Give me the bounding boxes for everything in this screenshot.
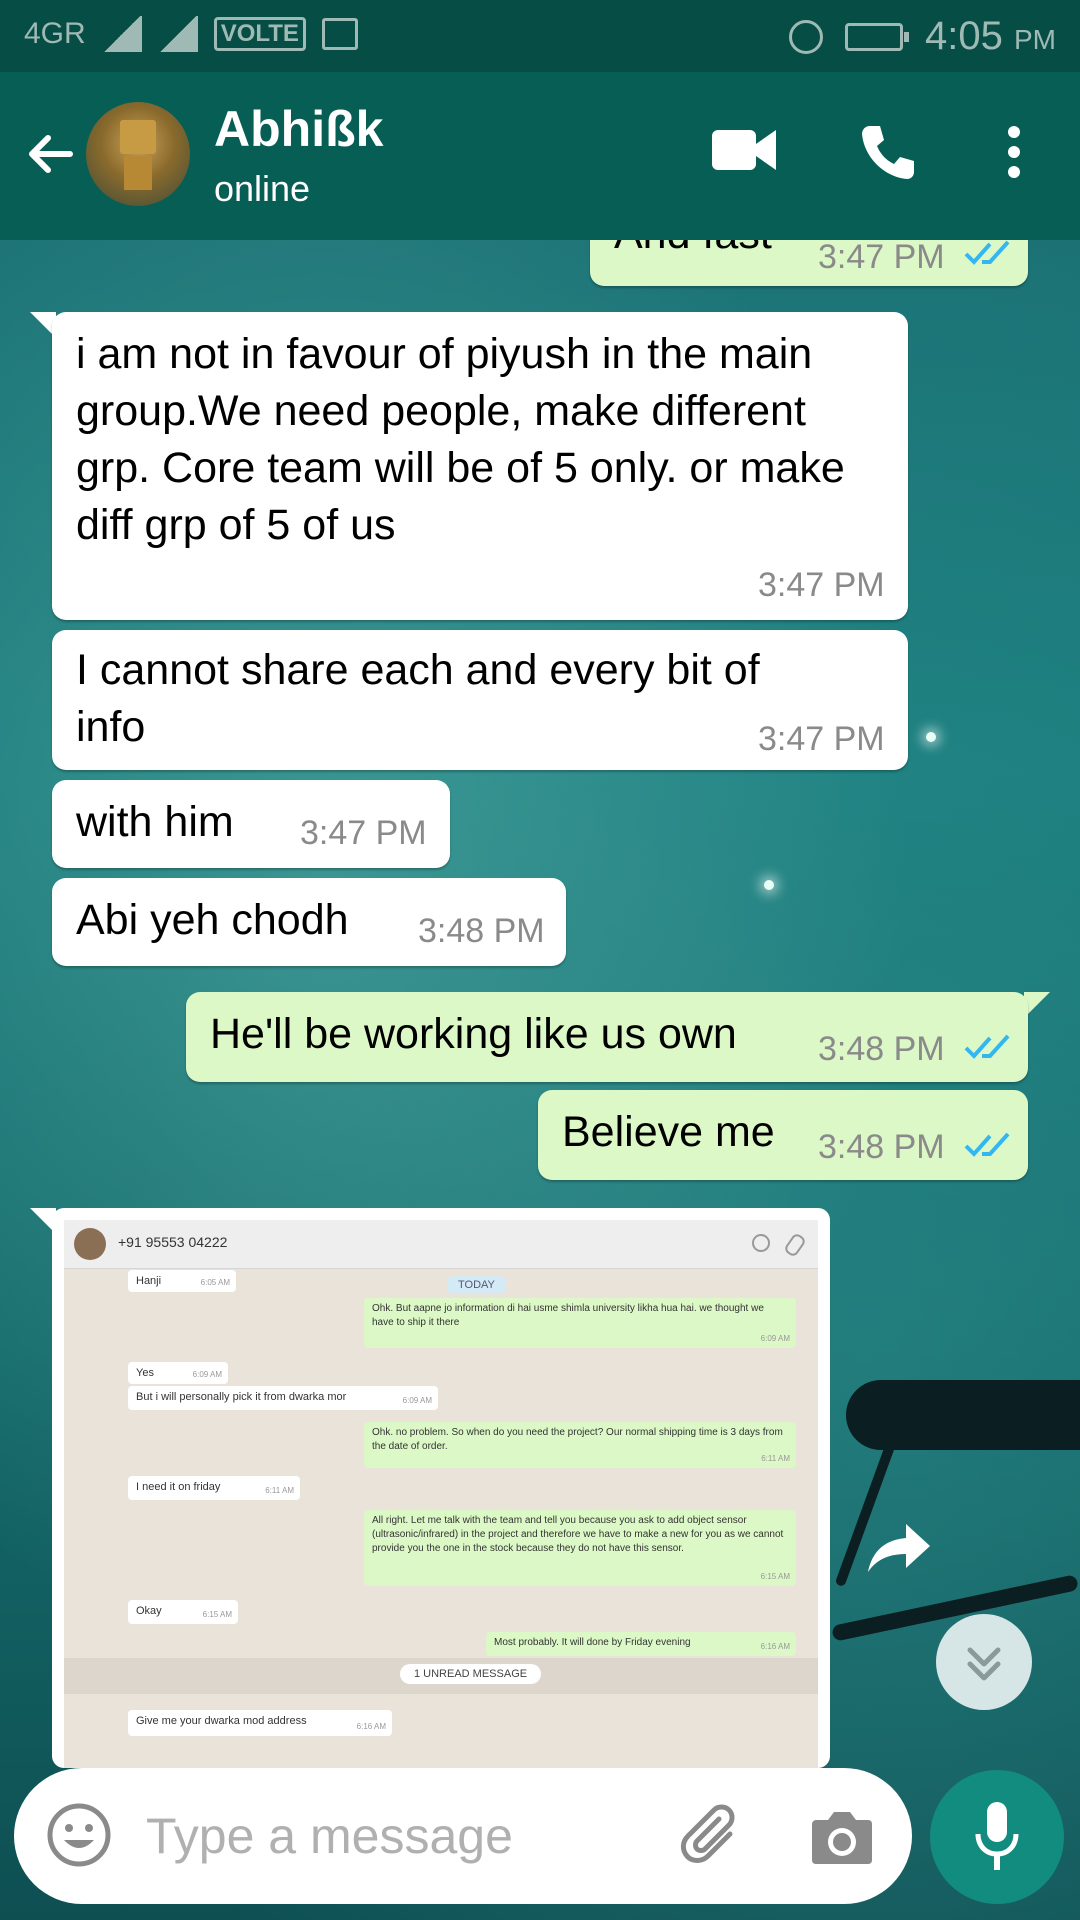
message-incoming[interactable]: I cannot share each and every bit of inf…: [52, 630, 908, 770]
camera-icon[interactable]: [810, 1808, 874, 1866]
message-time: 3:48 PM: [818, 1030, 945, 1068]
message-incoming[interactable]: Abi yeh chodh 3:48 PM: [52, 878, 566, 966]
message-time: 3:48 PM: [818, 1128, 945, 1166]
contact-name[interactable]: Abhißk: [214, 100, 383, 158]
screenshot-search-icon: [752, 1234, 770, 1252]
message-time: 3:48 PM: [418, 912, 545, 950]
contact-status: online: [214, 168, 311, 209]
signal-sim2-icon: [157, 16, 198, 52]
message-time: 3:47 PM: [758, 566, 885, 604]
scroll-down-icon: [967, 1647, 1001, 1681]
screenshot-bubble: Yes 6:09 AM: [128, 1362, 228, 1384]
message-outgoing[interactable]: Believe me 3:48 PM: [538, 1090, 1028, 1180]
alarm-icon: [789, 19, 824, 54]
wallpaper-cat-silhouette: [846, 1380, 1080, 1450]
message-composer: [14, 1768, 912, 1904]
volte-badge: VOLTE: [213, 17, 306, 51]
emoji-icon[interactable]: [46, 1802, 112, 1868]
read-ticks-icon: [964, 1132, 1010, 1157]
phone-icon[interactable]: [858, 122, 918, 182]
screenshot-bubble: Hanji 6:05 AM: [128, 1270, 236, 1292]
screenshot-day-label: TODAY: [448, 1276, 505, 1294]
status-time: 4:05 PM: [925, 14, 1056, 58]
message-outgoing[interactable]: He'll be working like us own 3:48 PM: [186, 992, 1028, 1082]
screenshot-bubble: Most probably. It will done by Friday ev…: [486, 1632, 796, 1656]
screenshot-unread-divider: 1 UNREAD MESSAGE: [64, 1658, 818, 1694]
avatar-figure-head: [120, 120, 156, 154]
message-text: I cannot share each and every bit of inf…: [76, 646, 760, 751]
wallpaper-star: [926, 732, 936, 742]
mic-icon: [975, 1802, 1019, 1870]
voice-record-button[interactable]: [930, 1770, 1064, 1904]
read-ticks-icon: [964, 240, 1010, 265]
message-text: He'll be working like us own: [210, 1010, 737, 1058]
screenshot-bubble: Ohk. But aapne jo information di hai usm…: [364, 1298, 796, 1348]
status-bar: 4GR VOLTE 4:05 PM: [0, 0, 1080, 72]
scroll-down-button[interactable]: [936, 1614, 1032, 1710]
screenshot-image[interactable]: +91 95553 04222 Hanji 6:05 AM TODAY Ohk. …: [64, 1220, 818, 1768]
contact-avatar[interactable]: [86, 102, 190, 206]
message-incoming[interactable]: i am not in favour of piyush in the main…: [52, 312, 908, 620]
read-ticks-icon: [964, 1034, 1010, 1059]
chat-header: Abhißk online: [0, 72, 1080, 240]
video-call-icon[interactable]: [712, 122, 776, 178]
image-notification-icon: [321, 18, 358, 50]
screenshot-bubble: I need it on friday 6:11 AM: [128, 1476, 300, 1500]
message-text: with him: [76, 798, 234, 846]
screenshot-attach-icon: [782, 1231, 808, 1259]
message-time: 3:47 PM: [758, 720, 885, 758]
back-arrow-icon[interactable]: [20, 124, 80, 184]
attach-icon[interactable]: [678, 1804, 748, 1870]
message-text: Abi yeh chodh: [76, 896, 349, 944]
battery-charging-icon: [845, 22, 910, 51]
wallpaper-star: [764, 880, 774, 890]
more-vert-icon[interactable]: [1000, 122, 1028, 182]
screenshot-chat-header: +91 95553 04222: [64, 1220, 818, 1269]
screenshot-bubble: Okay 6:15 AM: [128, 1600, 238, 1624]
screenshot-bubble: Ohk. no problem. So when do you need the…: [364, 1422, 796, 1468]
screenshot-phone-number: +91 95553 04222: [118, 1234, 228, 1250]
message-input[interactable]: [144, 1800, 668, 1872]
screenshot-bubble: All right. Let me talk with the team and…: [364, 1510, 796, 1586]
message-incoming[interactable]: with him 3:47 PM: [52, 780, 450, 868]
network-type: 4GR: [24, 17, 86, 50]
message-time: 3:47 PM: [818, 238, 945, 276]
screenshot-bubble: Give me your dwarka mod address 6:16 AM: [128, 1710, 392, 1736]
message-time: 3:47 PM: [300, 814, 427, 852]
message-text: Believe me: [562, 1108, 775, 1156]
forward-icon[interactable]: [866, 1520, 932, 1574]
image-message[interactable]: +91 95553 04222 Hanji 6:05 AM TODAY Ohk. …: [52, 1208, 830, 1768]
signal-sim1-icon: [101, 16, 142, 52]
avatar-figure-body: [124, 156, 152, 190]
message-text: i am not in favour of piyush in the main…: [76, 330, 845, 549]
screenshot-avatar: [74, 1228, 106, 1260]
screenshot-bubble: But i will personally pick it from dwark…: [128, 1386, 438, 1410]
